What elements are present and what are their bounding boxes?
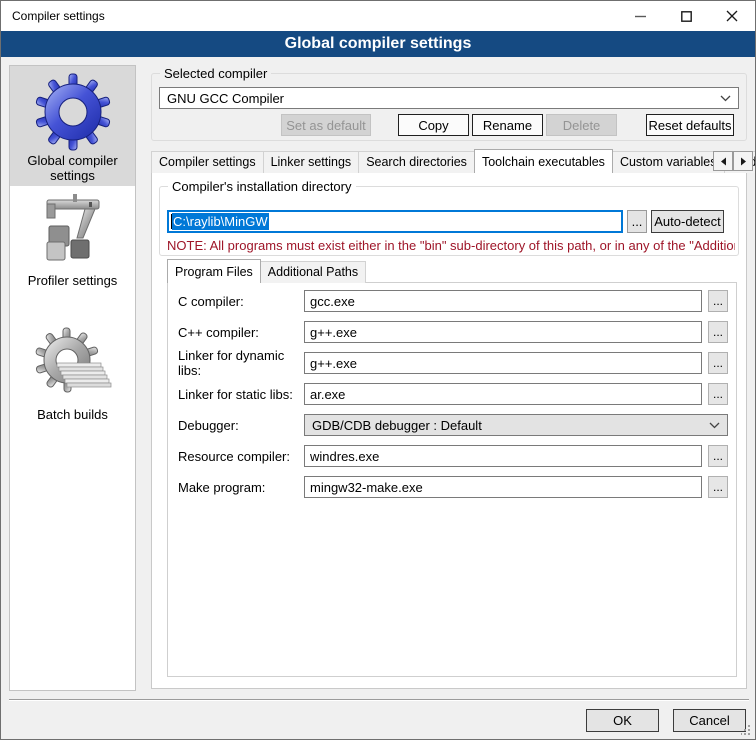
field-label-linker-static: Linker for static libs:: [178, 387, 304, 402]
sidebar-item-label: Batch builds: [37, 407, 108, 422]
maximize-button[interactable]: [663, 1, 709, 31]
resource-compiler-field[interactable]: [304, 445, 702, 467]
selected-compiler-value: GNU GCC Compiler: [167, 91, 284, 106]
footer-separator: [9, 699, 749, 701]
set-as-default-button[interactable]: Set as default: [281, 114, 371, 136]
caliper-icon: [33, 192, 113, 272]
linker-static-field[interactable]: [304, 383, 702, 405]
resize-grip[interactable]: [741, 725, 751, 735]
tab-toolchain-executables[interactable]: Toolchain executables: [474, 149, 613, 173]
make-program-field[interactable]: [304, 476, 702, 498]
sidebar-item-profiler-settings[interactable]: Profiler settings: [10, 186, 135, 306]
sidebar-item-batch-builds[interactable]: Batch builds: [10, 320, 135, 440]
blue-gear-icon: [33, 72, 113, 152]
minimize-button[interactable]: [617, 1, 663, 31]
program-files-subtabs: Program Files Additional Paths: [167, 259, 365, 283]
chevron-down-icon: [709, 422, 720, 429]
tab-scroll-left-button[interactable]: [713, 151, 733, 171]
sidebar-item-global-compiler-settings[interactable]: Global compiler settings: [10, 66, 135, 186]
selected-compiler-group-label: Selected compiler: [160, 66, 271, 81]
browse-cpp-compiler-button[interactable]: ...: [708, 321, 728, 343]
close-icon: [726, 10, 738, 22]
browse-c-compiler-button[interactable]: ...: [708, 290, 728, 312]
field-label-resource-compiler: Resource compiler:: [178, 449, 304, 464]
arrow-right-icon: [740, 157, 747, 166]
browse-resource-compiler-button[interactable]: ...: [708, 445, 728, 467]
gray-gear-stack-icon: [33, 326, 113, 406]
program-files-panel: C compiler: ... C++ compiler: ... Linker…: [167, 282, 737, 677]
tab-search-directories[interactable]: Search directories: [358, 151, 475, 173]
installation-directory-input[interactable]: C:\raylib\MinGW: [167, 210, 623, 233]
subtab-program-files[interactable]: Program Files: [167, 259, 261, 283]
titlebar: Compiler settings: [1, 1, 755, 31]
minimize-icon: [635, 11, 646, 22]
close-button[interactable]: [709, 1, 755, 31]
installation-directory-group-label: Compiler's installation directory: [168, 179, 356, 194]
auto-detect-button[interactable]: Auto-detect: [651, 210, 724, 233]
chevron-down-icon: [720, 95, 731, 102]
note-text: NOTE: All programs must exist either in …: [167, 238, 735, 254]
tab-custom-variables[interactable]: Custom variables: [612, 151, 725, 173]
compiler-settings-dialog: Compiler settings Global compiler settin…: [0, 0, 756, 740]
cpp-compiler-field[interactable]: [304, 321, 702, 343]
rename-button[interactable]: Rename: [472, 114, 543, 136]
c-compiler-field[interactable]: [304, 290, 702, 312]
window-controls: [617, 1, 755, 31]
arrow-left-icon: [720, 157, 727, 166]
dialog-header: Global compiler settings: [1, 31, 755, 57]
window-title: Compiler settings: [1, 9, 105, 23]
copy-button[interactable]: Copy: [398, 114, 469, 136]
browse-linker-dynamic-button[interactable]: ...: [708, 352, 728, 374]
field-label-linker-dynamic: Linker for dynamic libs:: [178, 348, 304, 378]
field-label-debugger: Debugger:: [178, 418, 304, 433]
settings-category-list: Global compiler settings Profiler settin…: [9, 65, 136, 691]
debugger-value: GDB/CDB debugger : Default: [312, 418, 482, 433]
sidebar-item-label: Profiler settings: [28, 273, 118, 288]
tab-compiler-settings[interactable]: Compiler settings: [151, 151, 264, 173]
browse-linker-static-button[interactable]: ...: [708, 383, 728, 405]
tab-scroll-right-button[interactable]: [733, 151, 753, 171]
field-label-make-program: Make program:: [178, 480, 304, 495]
browse-directory-button[interactable]: ...: [627, 210, 647, 233]
installation-directory-value: C:\raylib\MinGW: [172, 213, 269, 230]
reset-defaults-button[interactable]: Reset defaults: [646, 114, 734, 136]
sidebar-item-label: Global compiler settings: [10, 153, 135, 183]
debugger-dropdown[interactable]: GDB/CDB debugger : Default: [304, 414, 728, 436]
cancel-button[interactable]: Cancel: [673, 709, 746, 732]
tab-linker-settings[interactable]: Linker settings: [263, 151, 360, 173]
maximize-icon: [681, 11, 692, 22]
browse-make-program-button[interactable]: ...: [708, 476, 728, 498]
ok-button[interactable]: OK: [586, 709, 659, 732]
subtab-additional-paths[interactable]: Additional Paths: [260, 261, 366, 283]
linker-dynamic-field[interactable]: [304, 352, 702, 374]
compiler-settings-tabs: Compiler settings Linker settings Search…: [151, 149, 756, 173]
selected-compiler-combobox[interactable]: GNU GCC Compiler: [159, 87, 739, 109]
field-label-cpp-compiler: C++ compiler:: [178, 325, 304, 340]
field-label-c-compiler: C compiler:: [178, 294, 304, 309]
delete-button[interactable]: Delete: [546, 114, 617, 136]
